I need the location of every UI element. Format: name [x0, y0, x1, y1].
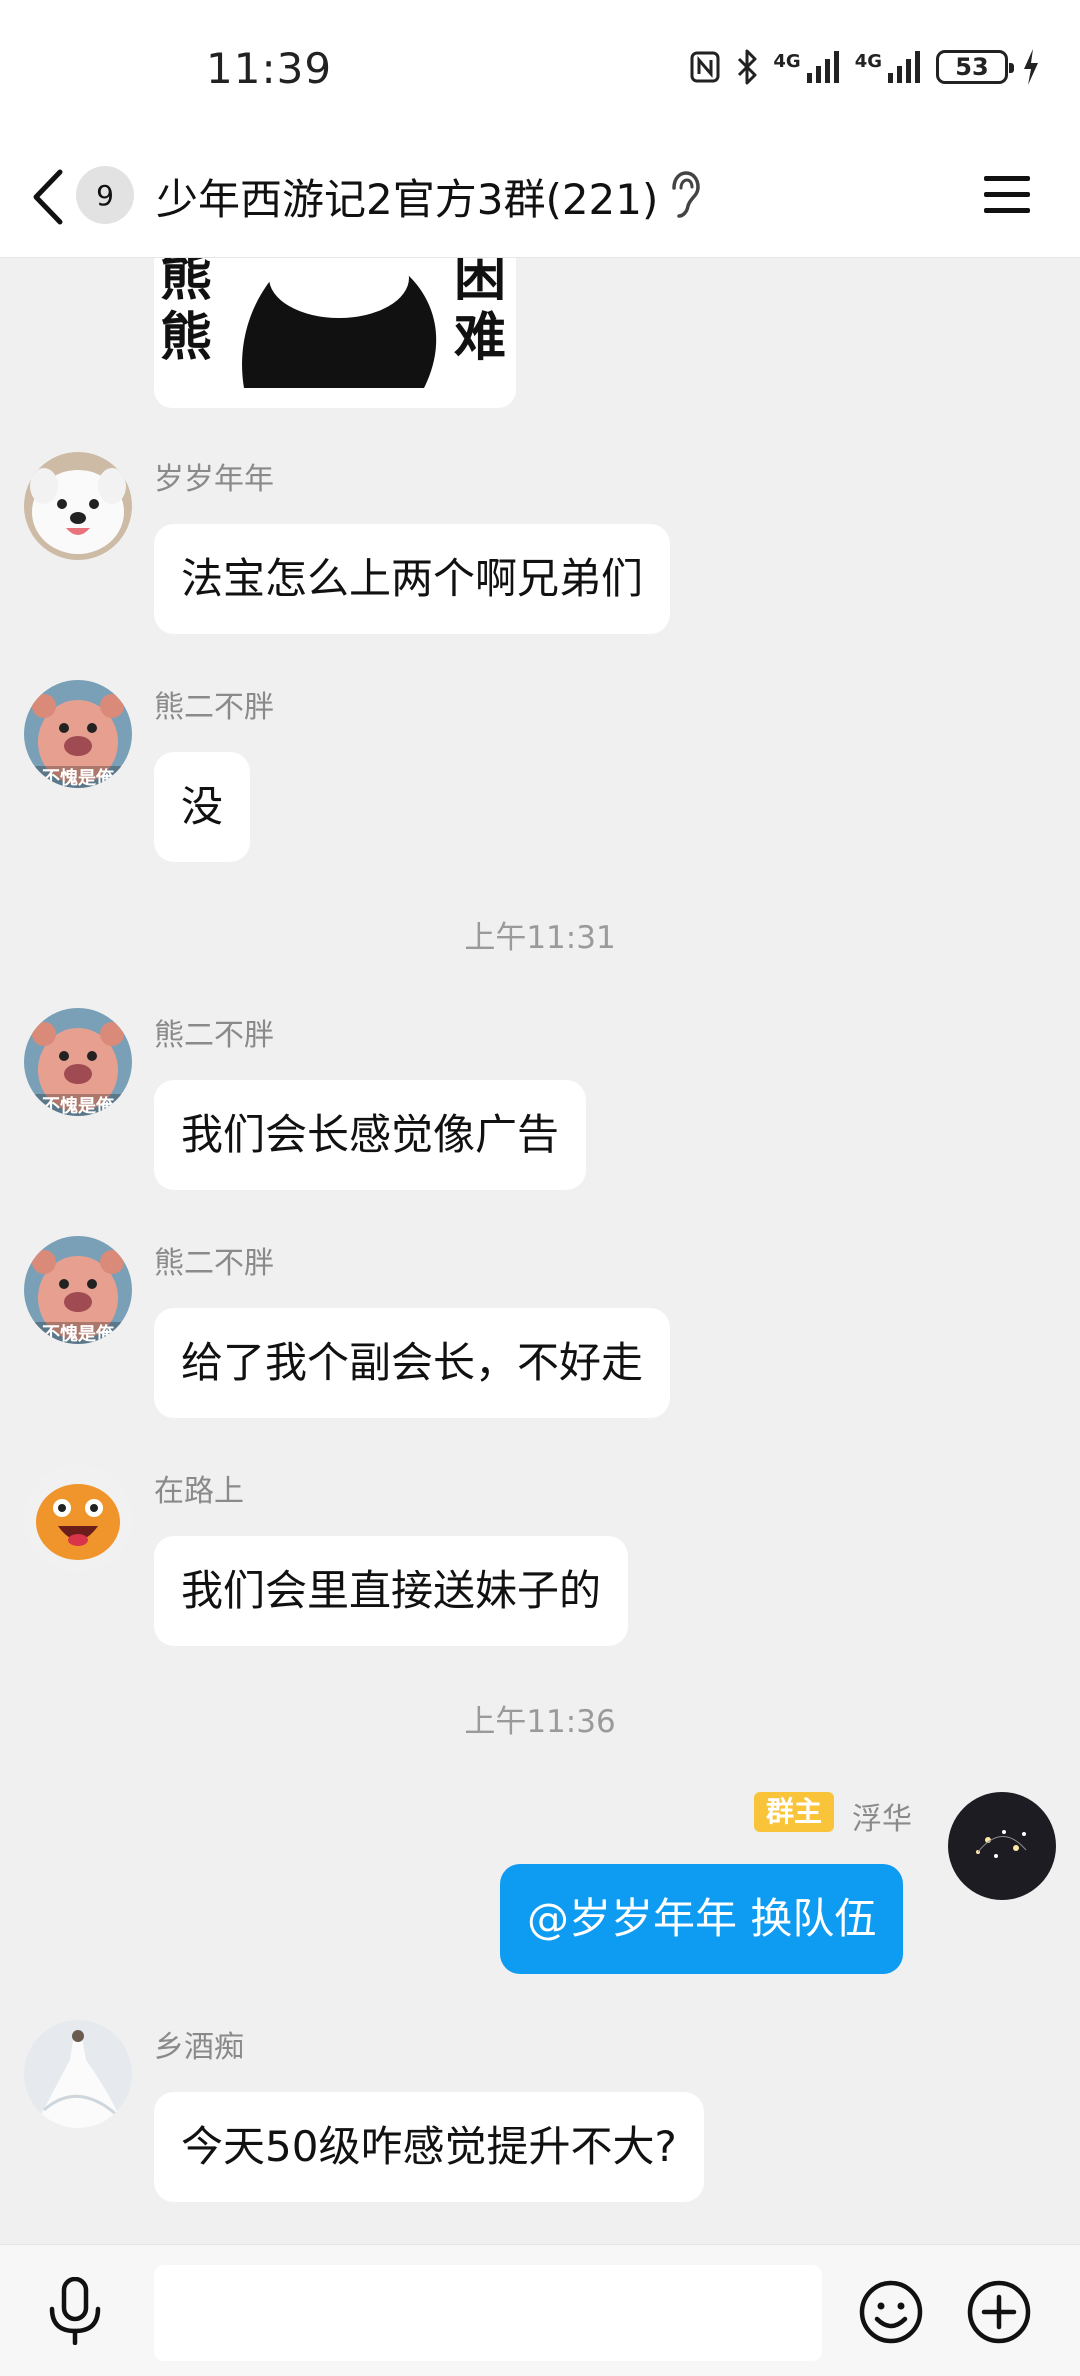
- chat-title[interactable]: 少年西游记2官方3群(221): [156, 166, 658, 227]
- sender-name: 浮华: [852, 1802, 912, 1837]
- ear-icon[interactable]: [668, 170, 702, 220]
- avatar-bear[interactable]: 不愧是俺: [24, 1236, 132, 1344]
- orange-creature-avatar-icon: [24, 1464, 132, 1572]
- message-bubble[interactable]: 我们会长感觉像广告: [154, 1080, 587, 1190]
- sender-name: 熊二不胖: [154, 1018, 274, 1053]
- charging-icon: [1024, 49, 1038, 85]
- menu-icon[interactable]: [984, 172, 1030, 218]
- panda-sticker-icon: [242, 258, 437, 388]
- message-bubble-self[interactable]: @岁岁年年 换队伍: [500, 1864, 904, 1974]
- status-bar: 11:39 4G 4G 53: [0, 0, 1080, 136]
- avatar-self[interactable]: [948, 1792, 1056, 1900]
- message-bubble[interactable]: 给了我个副会长，不好走: [154, 1308, 671, 1418]
- avatar-dog[interactable]: [24, 452, 132, 560]
- battery-level: 53: [955, 53, 989, 81]
- signal-bars-2-icon: [888, 51, 920, 83]
- sticker-text: 困: [454, 258, 507, 308]
- signal-1: 4G: [773, 51, 840, 83]
- sender-name: 乡酒痴: [154, 2030, 244, 2065]
- battery-icon: 53: [936, 50, 1014, 84]
- plus-icon[interactable]: [966, 2279, 1032, 2345]
- sticker-message[interactable]: 熊 熊 困 难: [154, 258, 516, 408]
- sticker-panda: [224, 258, 454, 388]
- avatar-caption: 不愧是俺: [42, 768, 114, 788]
- input-bar: [0, 2244, 1080, 2376]
- status-icons: 4G 4G 53: [689, 48, 1040, 86]
- message-bubble[interactable]: 没: [154, 752, 251, 862]
- sticker-text: 熊: [160, 308, 213, 368]
- status-time: 11:39: [206, 44, 333, 93]
- night-lights-avatar-icon: [948, 1792, 1056, 1900]
- sticker-text: 难: [454, 308, 507, 368]
- avatar-on-the-road[interactable]: [24, 1464, 132, 1572]
- avatar-xiangjiuchi[interactable]: [24, 2020, 132, 2128]
- bluetooth-icon: [738, 49, 757, 85]
- chat-header: 9 少年西游记2官方3群(221): [0, 136, 1080, 258]
- sender-name: 在路上: [154, 1474, 244, 1509]
- group-owner-badge: 群主: [754, 1792, 835, 1832]
- message-bubble[interactable]: 我们会里直接送妹子的: [154, 1536, 629, 1646]
- chat-screen: 11:39 4G 4G 53 9 少年西游记2官方3群(221) 熊 熊 困 难…: [0, 0, 1080, 2376]
- nfc-icon: [690, 51, 720, 83]
- emoji-icon[interactable]: [858, 2279, 924, 2345]
- network-type-1: 4G: [773, 51, 801, 72]
- sender-name: 熊二不胖: [154, 690, 274, 725]
- unread-count-badge[interactable]: 9: [76, 166, 134, 224]
- sticker-text: 熊: [160, 258, 213, 308]
- dog-avatar-icon: [24, 452, 132, 560]
- time-divider: 上午11:31: [464, 920, 616, 956]
- chevron-left-icon: [33, 169, 63, 225]
- message-bubble[interactable]: 法宝怎么上两个啊兄弟们: [154, 524, 671, 634]
- avatar-caption: 不愧是俺: [42, 1324, 114, 1344]
- message-input[interactable]: [154, 2265, 822, 2361]
- time-divider: 上午11:36: [464, 1704, 616, 1740]
- network-type-2: 4G: [854, 51, 882, 72]
- microphone-icon[interactable]: [44, 2277, 106, 2345]
- back-button[interactable]: [30, 158, 78, 236]
- avatar-caption: 不愧是俺: [42, 1096, 114, 1116]
- signal-2: 4G: [855, 51, 922, 83]
- message-bubble[interactable]: 今天50级咋感觉提升不大?: [154, 2092, 704, 2202]
- message-list[interactable]: 熊 熊 困 难 岁岁年年 法宝怎么上两个啊兄弟们 不愧是俺 熊二不胖 没 上午1…: [0, 258, 1080, 2244]
- signal-bars-1-icon: [806, 51, 839, 83]
- avatar-bear[interactable]: 不愧是俺: [24, 1008, 132, 1116]
- avatar-bear[interactable]: 不愧是俺: [24, 680, 132, 788]
- sender-name: 岁岁年年: [154, 462, 274, 497]
- white-dress-avatar-icon: [24, 2020, 132, 2128]
- sender-name: 熊二不胖: [154, 1246, 274, 1281]
